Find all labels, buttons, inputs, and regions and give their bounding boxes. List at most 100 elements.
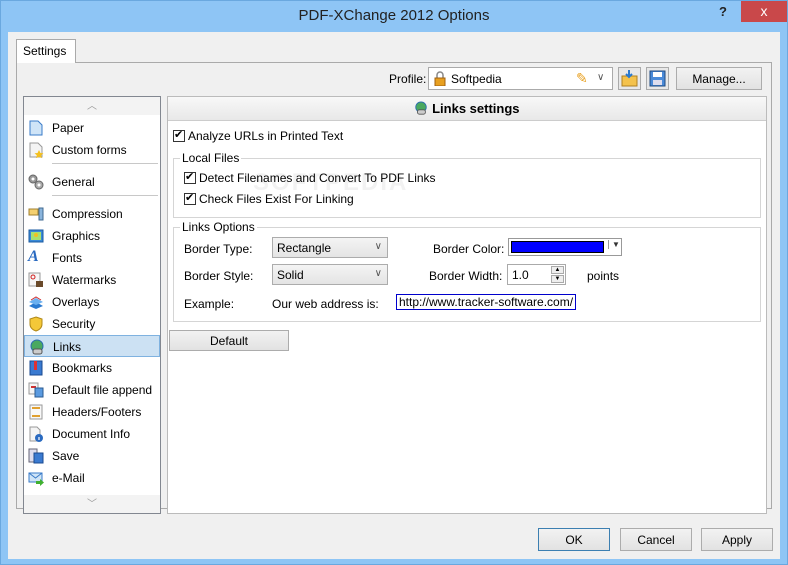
window-title: PDF-XChange 2012 Options <box>298 7 490 24</box>
group-title: Links Options <box>180 220 257 234</box>
sidebar-item-label: Links <box>53 340 82 354</box>
file-append-icon <box>28 382 44 398</box>
save-icon <box>28 448 44 464</box>
fonts-icon: A <box>28 248 39 265</box>
detect-filenames-checkbox[interactable]: Detect Filenames and Convert To PDF Link… <box>184 170 436 185</box>
save-profile-button[interactable] <box>646 67 669 90</box>
analyze-urls-checkbox[interactable]: Analyze URLs in Printed Text <box>173 128 343 143</box>
sidebar-item-label: Document Info <box>52 427 131 441</box>
tab-settings[interactable]: Settings <box>16 39 76 63</box>
border-width-label: Border Width: <box>429 269 503 283</box>
ok-button[interactable]: OK <box>538 528 610 551</box>
sidebar-item-save[interactable]: Save <box>24 445 160 467</box>
panel-title: Links settings <box>432 101 520 116</box>
load-profile-button[interactable] <box>618 67 641 90</box>
sidebar-item-label: Watermarks <box>52 273 117 287</box>
sidebar-item-label: Default file append <box>52 383 153 397</box>
chevron-down-icon: ∨ <box>374 268 382 279</box>
help-button[interactable]: ? <box>713 4 733 24</box>
sidebar-item-fonts[interactable]: A Fonts <box>24 247 160 269</box>
title-bar: PDF-XChange 2012 Options ? x <box>1 1 787 32</box>
example-text: Our web address is: <box>272 297 379 311</box>
sidebar-item-watermarks[interactable]: Watermarks <box>24 269 160 291</box>
pencil-icon[interactable]: ✎ <box>576 70 588 87</box>
spin-down-icon[interactable]: ▼ <box>551 275 564 283</box>
sidebar-item-label: Graphics <box>52 229 101 243</box>
sidebar-separator <box>52 195 158 196</box>
checkbox-label: Detect Filenames and Convert To PDF Link… <box>199 171 436 185</box>
panel-header: Links settings <box>168 97 766 121</box>
sidebar-item-email[interactable]: e-Mail <box>24 467 160 489</box>
sidebar-item-label: Headers/Footers <box>52 405 142 419</box>
sidebar-item-label: Custom forms <box>52 143 127 157</box>
sidebar-item-headers-footers[interactable]: Headers/Footers <box>24 401 160 423</box>
sidebar-item-label: Overlays <box>52 295 100 309</box>
checkbox-checked[interactable] <box>184 170 196 184</box>
scroll-down-button[interactable]: ﹀ <box>24 495 160 513</box>
checkbox-checked[interactable] <box>173 128 185 142</box>
points-unit-label: points <box>587 269 620 283</box>
paper-icon <box>29 120 43 136</box>
color-swatch <box>511 241 604 253</box>
manage-button[interactable]: Manage... <box>676 67 762 90</box>
dropdown-arrow-icon[interactable]: ▼ <box>608 240 620 249</box>
floppy-icon <box>649 70 666 87</box>
border-style-select[interactable]: Solid ∨ <box>272 264 388 285</box>
sidebar-item-bookmarks[interactable]: Bookmarks <box>24 357 160 379</box>
profile-select[interactable]: Softpedia ✎ ∨ <box>428 67 613 90</box>
border-type-label: Border Type: <box>184 242 253 256</box>
checkbox-label: Check Files Exist For Linking <box>199 192 354 206</box>
globe-link-icon <box>415 101 428 115</box>
document-info-icon <box>29 426 43 442</box>
sidebar-item-label: Paper <box>52 121 85 135</box>
group-title: Local Files <box>180 151 242 165</box>
apply-button[interactable]: Apply <box>701 528 773 551</box>
sidebar-item-overlays[interactable]: Overlays <box>24 291 160 313</box>
sidebar-item-general[interactable]: General <box>24 171 160 193</box>
border-width-spinner[interactable]: 1.0 ▲ ▼ <box>507 264 566 285</box>
chevron-down-icon: ∨ <box>374 241 382 252</box>
settings-panel: Profile: Softpedia ✎ ∨ Manage... ︿ Paper <box>16 62 772 514</box>
cancel-button[interactable]: Cancel <box>620 528 692 551</box>
sidebar-item-custom-forms[interactable]: Custom forms <box>24 139 160 161</box>
checkbox-checked[interactable] <box>184 191 196 205</box>
profile-value: Softpedia <box>451 72 502 86</box>
spin-up-icon[interactable]: ▲ <box>551 266 564 274</box>
links-settings-panel: Links settings SOFTPEDIA Analyze URLs in… <box>167 96 767 514</box>
check-files-exist-checkbox[interactable]: Check Files Exist For Linking <box>184 191 354 206</box>
border-color-label: Border Color: <box>433 242 505 256</box>
email-icon <box>28 472 44 486</box>
sidebar-separator <box>52 163 158 164</box>
folder-import-icon <box>621 70 638 87</box>
dialog-client: Settings Profile: Softpedia ✎ ∨ Manage..… <box>8 32 780 559</box>
sidebar-item-label: e-Mail <box>52 471 85 485</box>
border-type-select[interactable]: Rectangle ∨ <box>272 237 388 258</box>
headers-footers-icon <box>29 404 43 420</box>
sidebar-item-default-file-append[interactable]: Default file append <box>24 379 160 401</box>
lock-icon <box>434 71 446 86</box>
shield-icon <box>29 316 43 332</box>
sidebar-item-document-info[interactable]: Document Info <box>24 423 160 445</box>
border-color-picker[interactable]: ▼ <box>508 238 622 256</box>
default-button[interactable]: Default <box>169 330 289 351</box>
options-dialog: PDF-XChange 2012 Options ? x Settings Pr… <box>0 0 788 565</box>
globe-link-icon <box>30 339 44 355</box>
close-button[interactable]: x <box>741 1 787 22</box>
sidebar-item-label: Fonts <box>52 251 83 265</box>
sidebar-item-graphics[interactable]: Graphics <box>24 225 160 247</box>
sidebar-item-links[interactable]: Links <box>24 335 160 357</box>
bookmarks-icon <box>29 360 43 376</box>
sidebar-item-security[interactable]: Security <box>24 313 160 335</box>
border-style-label: Border Style: <box>184 269 254 283</box>
border-type-value: Rectangle <box>277 241 332 255</box>
sidebar-item-paper[interactable]: Paper <box>24 117 160 139</box>
profile-label: Profile: <box>389 72 427 86</box>
example-link: http://www.tracker-software.com/ <box>396 294 577 310</box>
sidebar-item-label: Bookmarks <box>52 361 113 375</box>
chevron-down-icon[interactable]: ∨ <box>597 72 604 83</box>
sidebar-item-compression[interactable]: Compression <box>24 203 160 225</box>
sidebar-item-label: General <box>52 175 95 189</box>
border-width-value: 1.0 <box>512 268 529 282</box>
compression-icon <box>28 207 44 221</box>
scroll-up-button[interactable]: ︿ <box>24 97 160 115</box>
